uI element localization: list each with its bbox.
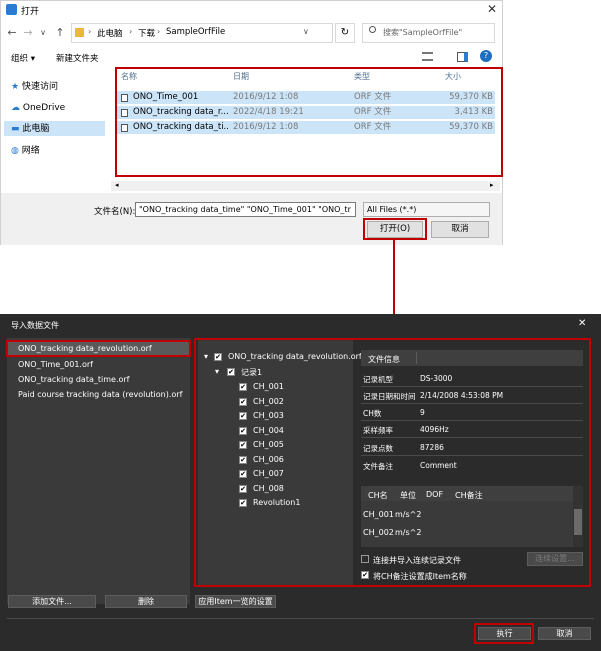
selected-file-highlight-box [6, 340, 191, 357]
nav-this-pc[interactable]: ▬ 此电脑 [11, 122, 49, 136]
star-icon: ★ [11, 82, 20, 92]
nav-onedrive[interactable]: ☁ OneDrive [11, 101, 65, 115]
close-icon[interactable]: ✕ [485, 2, 499, 16]
delete-button[interactable]: 删除 [105, 595, 187, 608]
connector-line [393, 239, 395, 314]
navigation-pane: ★ 快速访问 ☁ OneDrive ▬ 此电脑 ◍ 网络 [1, 68, 109, 193]
breadcrumb-sep-icon: › [157, 27, 161, 36]
add-file-button[interactable]: 添加文件... [8, 595, 96, 608]
app-icon [6, 4, 17, 15]
search-icon [369, 26, 376, 33]
breadcrumb-downloads[interactable]: 下载 [138, 27, 155, 39]
network-icon: ◍ [11, 146, 19, 156]
view-options-icon[interactable] [422, 52, 433, 61]
scroll-right-icon[interactable]: ▸ [490, 181, 494, 189]
cloud-icon: ☁ [11, 103, 20, 113]
filename-input[interactable]: "ONO_tracking data_time" "ONO_Time_001" … [135, 202, 356, 217]
breadcrumb-sample-folder[interactable]: SampleOrfFile [166, 27, 225, 37]
computer-icon: ▬ [11, 124, 20, 134]
channel-panel-highlight-box [194, 338, 591, 587]
files-highlight-box [115, 67, 503, 177]
nav-quick-access[interactable]: ★ 快速访问 [11, 80, 58, 94]
back-arrow-icon[interactable]: ← [5, 25, 19, 41]
apply-item-settings-button[interactable]: 应用Item一览的设置 [195, 595, 276, 608]
nav-network[interactable]: ◍ 网络 [11, 144, 40, 158]
breadcrumb-this-pc[interactable]: 此电脑 [97, 27, 123, 39]
breadcrumb-sep-icon: › [129, 27, 133, 36]
preview-pane-icon[interactable] [457, 52, 468, 62]
up-arrow-icon[interactable]: ↑ [53, 25, 67, 41]
import-file-item[interactable]: ONO_tracking data_time.orf [18, 375, 130, 384]
nav-label: 快速访问 [21, 82, 58, 92]
close-icon[interactable]: ✕ [578, 318, 586, 329]
nav-label: OneDrive [22, 103, 66, 113]
address-bar[interactable]: › 此电脑 › 下载 › SampleOrfFile ∨ [71, 23, 333, 43]
scroll-left-icon[interactable]: ◂ [115, 181, 119, 189]
address-dropdown-icon[interactable]: ∨ [303, 27, 309, 36]
toolbar: 组织 ▾ 新建文件夹 ? [1, 46, 502, 68]
open-file-dialog: 打开 ✕ ← → ∨ ↑ › 此电脑 › 下载 › SampleOrfFile … [0, 0, 503, 245]
organize-menu[interactable]: 组织 ▾ [11, 52, 35, 64]
import-dialog-title: 导入数据文件 [11, 321, 59, 330]
execute-button-highlight-box [474, 623, 534, 644]
title-bar: 打开 ✕ [1, 1, 502, 19]
cancel-button[interactable]: 取消 [538, 627, 591, 640]
filename-label: 文件名(N): [94, 207, 136, 217]
folder-icon [75, 28, 84, 37]
forward-arrow-icon[interactable]: → [21, 25, 35, 41]
refresh-icon[interactable]: ↻ [335, 23, 355, 43]
horizontal-scrollbar[interactable]: ◂ ▸ [111, 181, 500, 191]
open-button-highlight-box [363, 218, 427, 240]
nav-label: 此电脑 [22, 124, 50, 134]
file-type-filter-select[interactable]: All Files (*.*) [363, 202, 490, 217]
new-folder-button[interactable]: 新建文件夹 [56, 52, 99, 64]
history-dropdown-icon[interactable]: ∨ [36, 25, 50, 41]
dialog-footer: 文件名(N): "ONO_tracking data_time" "ONO_Ti… [1, 193, 502, 245]
nav-label: 网络 [21, 146, 40, 156]
footer-divider [7, 618, 594, 619]
cancel-button[interactable]: 取消 [431, 221, 489, 238]
import-data-dialog: 导入数据文件 ✕ ONO_tracking data_revolution.or… [0, 314, 601, 651]
dialog-title: 打开 [21, 7, 40, 17]
breadcrumb-sep-icon: › [88, 27, 92, 36]
import-file-item[interactable]: ONO_Time_001.orf [18, 360, 93, 369]
import-file-item[interactable]: Paid course tracking data (revolution).o… [18, 390, 182, 399]
search-input[interactable]: 搜索"SampleOrfFile" [362, 23, 495, 43]
help-icon[interactable]: ? [480, 50, 492, 62]
